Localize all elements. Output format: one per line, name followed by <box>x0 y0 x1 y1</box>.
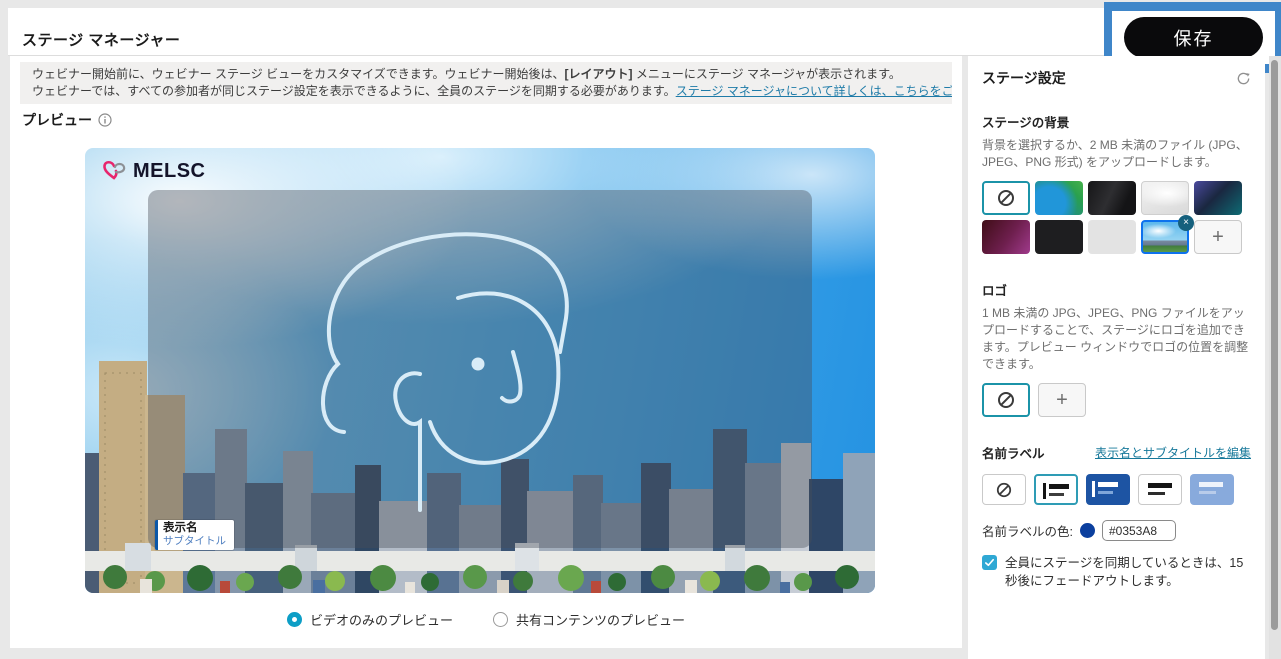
refresh-icon[interactable] <box>1236 71 1251 86</box>
name-label-styles <box>982 474 1251 505</box>
sync-fadeout-label: 全員にステージを同期しているときは、15 秒後にフェードアウトします。 <box>1005 554 1251 590</box>
background-option-dark-wave[interactable] <box>1088 181 1136 215</box>
background-option-green-blue[interactable] <box>1035 181 1083 215</box>
no-logo-icon <box>997 391 1015 409</box>
radio-unselected-icon[interactable] <box>493 612 508 627</box>
edit-display-name-link[interactable]: 表示名とサブタイトルを編集 <box>1095 444 1251 461</box>
style-bar-icon <box>1092 481 1095 497</box>
stage-settings-panel: ステージ設定 ステージの背景 背景を選択するか、2 MB 未満のファイル (JP… <box>968 56 1265 659</box>
name-label-overlay[interactable]: 表示名 サブタイトル <box>155 520 234 550</box>
background-option-magenta[interactable] <box>982 220 1030 254</box>
radio-selected-icon[interactable] <box>287 612 302 627</box>
no-label-icon <box>996 482 1012 498</box>
name-label-style-none[interactable] <box>982 474 1026 505</box>
add-logo-button[interactable]: + <box>1038 383 1086 417</box>
color-hex-input[interactable] <box>1102 520 1176 541</box>
scrollbar-thumb[interactable] <box>1271 60 1278 630</box>
background-thumbnails: × + <box>982 181 1251 254</box>
style-bar-icon <box>1043 483 1046 499</box>
sync-fadeout-checkbox[interactable] <box>982 555 997 570</box>
info-banner: ウェビナー開始前に、ウェビナー ステージ ビューをカスタマイズできます。ウェビナ… <box>20 62 952 104</box>
name-label-color-row: 名前ラベルの色: <box>982 520 1251 541</box>
learn-more-link[interactable]: ステージ マネージャについて詳しくは、こちらをご覧ください。 <box>676 84 952 98</box>
name-label-style-boxed[interactable] <box>1138 474 1182 505</box>
preview-heading: プレビュー <box>22 110 112 130</box>
radio-shared-content[interactable]: 共有コンテンツのプレビュー <box>493 610 685 629</box>
radio-video-only[interactable]: ビデオのみのプレビュー <box>287 610 453 629</box>
name-label-style-light-blue[interactable] <box>1190 474 1234 505</box>
person-outline-icon <box>308 212 648 542</box>
sync-fadeout-row: 全員にステージを同期しているときは、15 秒後にフェードアウトします。 <box>982 554 1251 590</box>
name-label-style-bar-selected[interactable] <box>1034 474 1078 505</box>
display-name-text: 表示名 <box>163 522 226 535</box>
background-option-light-wave[interactable] <box>1141 181 1189 215</box>
check-icon <box>984 557 995 568</box>
color-swatch[interactable] <box>1080 523 1095 538</box>
name-label-color-label: 名前ラベルの色: <box>982 521 1073 540</box>
heart-logo-icon <box>102 159 128 183</box>
stage-preview[interactable]: MELSC 表示名 サブタイトル <box>85 148 875 593</box>
add-background-button[interactable]: + <box>1194 220 1242 254</box>
logo-section-heading: ロゴ <box>982 280 1251 299</box>
info-icon[interactable] <box>98 113 112 127</box>
top-toolbar: ステージ マネージャー <box>8 8 1281 56</box>
preview-mode-radios: ビデオのみのプレビュー 共有コンテンツのプレビュー <box>10 610 962 629</box>
settings-heading: ステージ設定 <box>982 68 1066 88</box>
subtitle-text: サブタイトル <box>163 535 226 547</box>
video-placeholder-overlay[interactable] <box>148 190 812 548</box>
brand-logo: MELSC <box>102 159 206 183</box>
banner-line-1: ウェビナー開始前に、ウェビナー ステージ ビューをカスタマイズできます。ウェビナ… <box>32 66 940 83</box>
save-button[interactable]: 保存 <box>1124 17 1263 58</box>
background-option-city-selected[interactable]: × <box>1141 220 1189 254</box>
name-label-section-heading: 名前ラベル <box>982 443 1045 462</box>
name-label-style-filled-blue[interactable] <box>1086 474 1130 505</box>
remove-background-badge[interactable]: × <box>1178 215 1194 231</box>
page-title: ステージ マネージャー <box>22 29 180 50</box>
background-section-heading: ステージの背景 <box>982 112 1251 131</box>
banner-line-2: ウェビナーでは、すべての参加者が同じステージ設定を表示できるように、全員のステー… <box>32 83 940 100</box>
no-background-icon <box>997 189 1015 207</box>
background-option-dusk-teal[interactable] <box>1194 181 1242 215</box>
background-option-gray[interactable] <box>1088 220 1136 254</box>
logo-options: + <box>982 383 1251 417</box>
background-option-black[interactable] <box>1035 220 1083 254</box>
background-none-option[interactable] <box>982 181 1030 215</box>
logo-none-option[interactable] <box>982 383 1030 417</box>
logo-section-description: 1 MB 未満の JPG、JPEG、PNG ファイルをアップロードすることで、ス… <box>982 305 1251 373</box>
brand-logo-text: MELSC <box>133 160 206 183</box>
background-section-description: 背景を選択するか、2 MB 未満のファイル (JPG、JPEG、PNG 形式) … <box>982 137 1251 171</box>
